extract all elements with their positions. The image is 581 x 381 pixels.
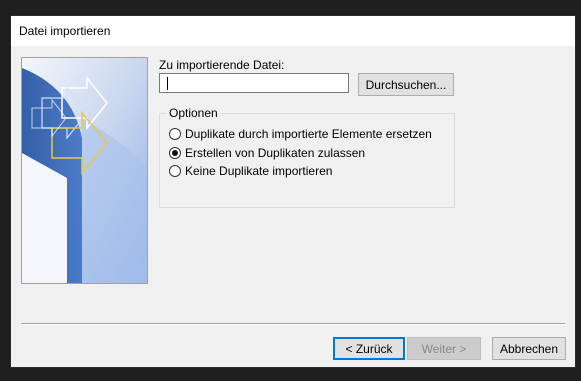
divider-highlight (21, 324, 565, 325)
title-bar[interactable]: Datei importieren (11, 16, 575, 46)
option-label: Erstellen von Duplikaten zulassen (185, 146, 366, 160)
options-legend: Optionen (166, 106, 221, 120)
import-wizard-arrows-art-icon (22, 58, 147, 283)
option-replace-duplicates[interactable]: Duplikate durch importierte Elemente ers… (169, 126, 432, 142)
radio-icon[interactable] (169, 165, 181, 177)
file-path-input[interactable] (159, 73, 349, 93)
radio-icon[interactable] (169, 128, 181, 140)
cancel-button[interactable]: Abbrechen (492, 337, 566, 360)
radio-checked-icon[interactable] (169, 147, 181, 159)
browse-button[interactable]: Durchsuchen... (358, 73, 454, 96)
option-label: Duplikate durch importierte Elemente ers… (185, 127, 432, 141)
text-caret (167, 77, 168, 90)
option-label: Keine Duplikate importieren (185, 164, 333, 178)
window-title: Datei importieren (19, 24, 111, 38)
wizard-art-image (21, 57, 148, 284)
option-allow-duplicates[interactable]: Erstellen von Duplikaten zulassen (169, 145, 365, 161)
option-no-duplicates[interactable]: Keine Duplikate importieren (169, 163, 332, 179)
file-label: Zu importierende Datei: (159, 58, 285, 72)
import-dialog: Datei importieren Zu importierende Datei… (10, 15, 576, 368)
options-group: Optionen Duplikate durch importierte Ele… (159, 106, 455, 208)
next-button[interactable]: Weiter > (407, 337, 481, 360)
back-button[interactable]: < Zurück (333, 337, 405, 360)
